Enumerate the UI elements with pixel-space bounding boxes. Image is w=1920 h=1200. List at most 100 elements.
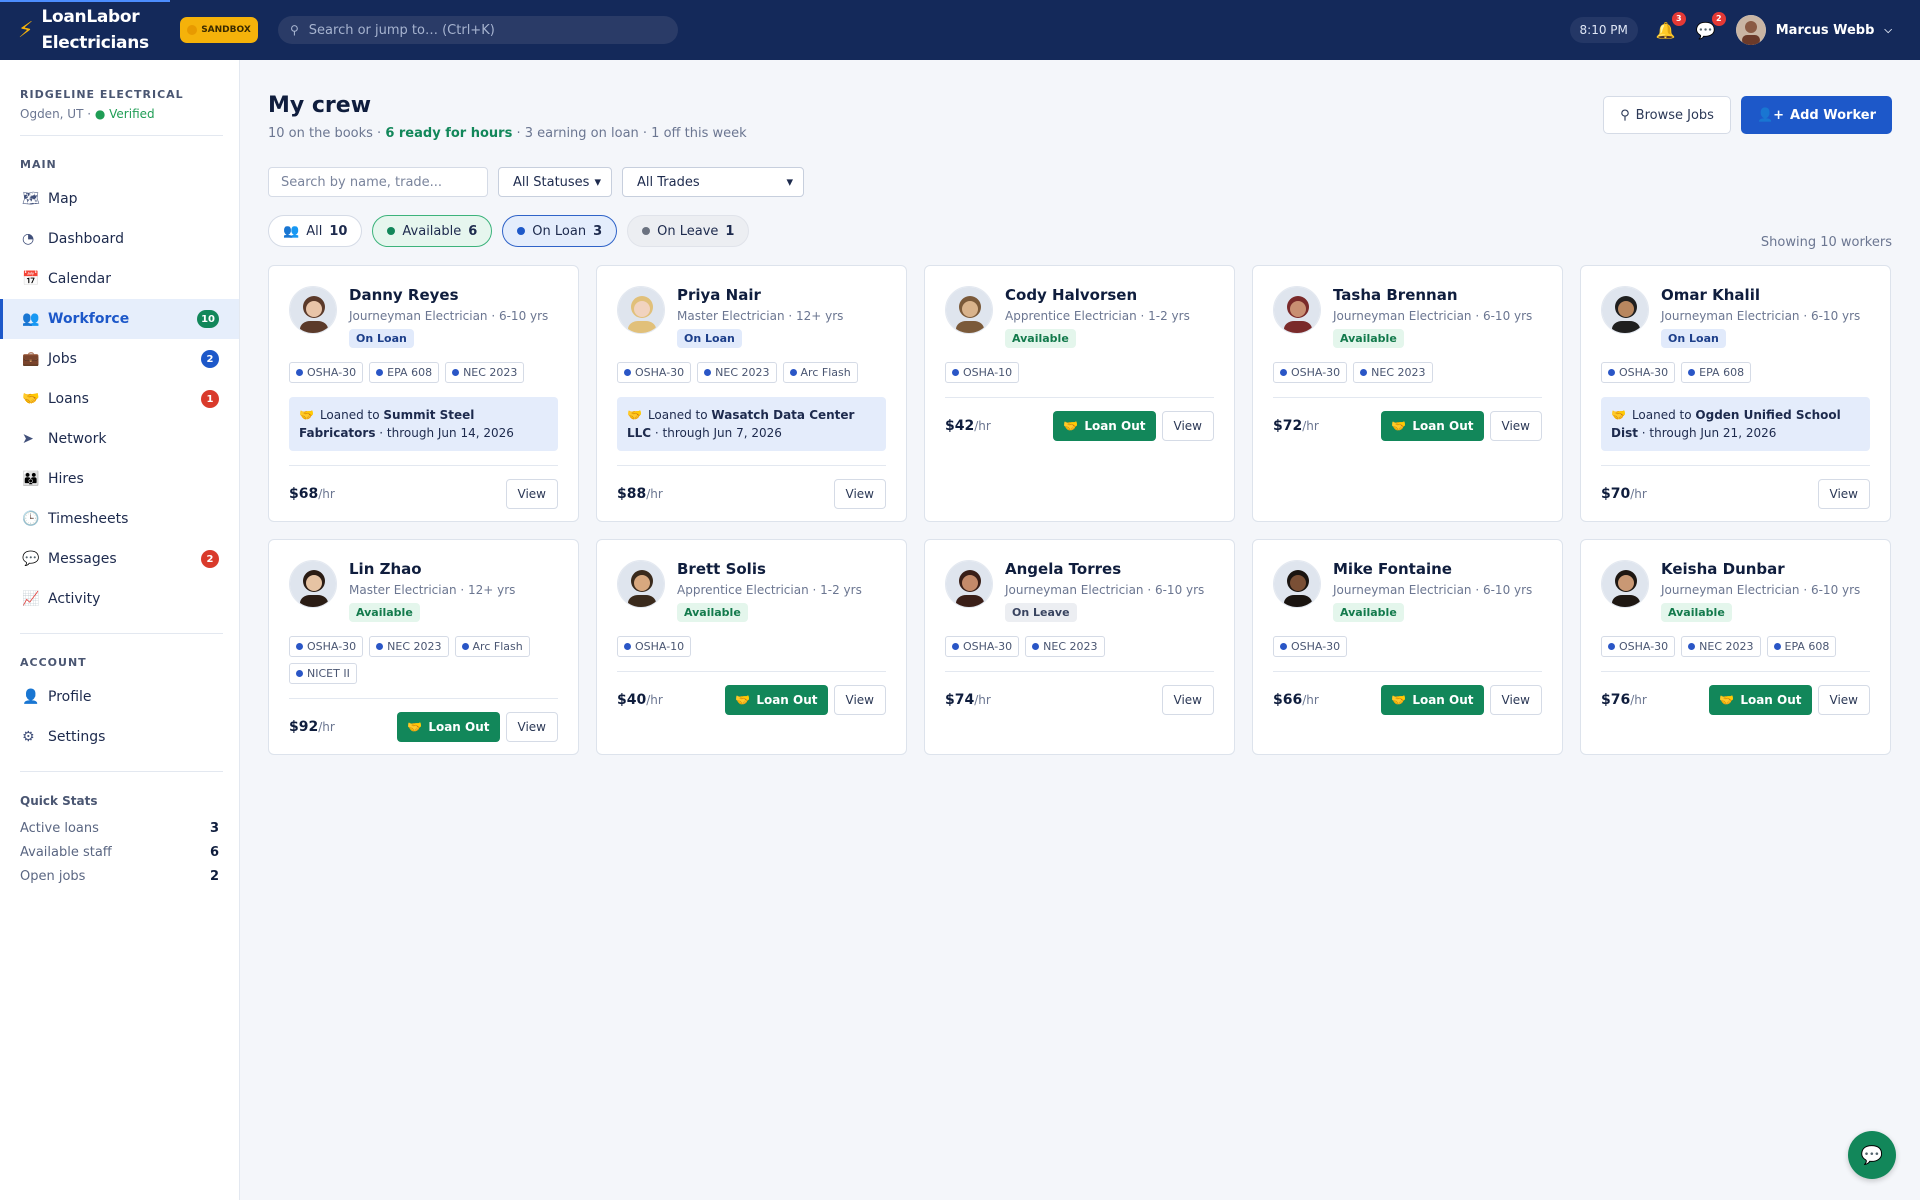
filter-chip-on-leave[interactable]: On Leave 1 [627,215,750,247]
sidebar-item-settings[interactable]: ⚙ Settings [0,717,239,757]
quick-stat-label: Active loans [20,820,99,836]
cert-tag: EPA 608 [1681,362,1752,383]
worker-role: Master Electrician · 12+ yrs [677,309,844,323]
sidebar-item-profile[interactable]: 👤 Profile [0,677,239,717]
worker-search-input[interactable]: Search by name, trade... [268,167,488,197]
view-worker-button[interactable]: View [1817,684,1870,715]
notifications-bell-icon[interactable]: 🔔 3 [1656,11,1686,40]
loan-out-button[interactable]: 🤝 Loan Out [725,684,828,715]
handshake-icon: 🤝 [299,408,314,422]
sidebar-item-label: Profile [48,689,92,705]
sidebar-divider [20,633,223,634]
quick-stat-row: Active loans 3 [0,816,239,840]
sidebar: RIDGELINE ELECTRICAL Ogden, UT · ● Verif… [0,60,240,1200]
worker-card: Angela Torres Journeyman Electrician · 6-… [924,539,1235,755]
worker-avatar [617,560,665,608]
sidebar-item-map[interactable]: 🗺 Map [0,179,239,219]
trade-filter-select[interactable]: All Trades ▾ [622,167,804,197]
messages-count-badge: 2 [1711,11,1726,26]
sidebar-item-messages[interactable]: 💬 Messages 2 [0,539,239,579]
sidebar-item-workforce[interactable]: 👥 Workforce 10 [0,299,239,339]
sidebar-item-calendar[interactable]: 📅 Calendar [0,259,239,299]
view-worker-button[interactable]: View [833,684,886,715]
worker-name[interactable]: Keisha Dunbar [1661,560,1860,578]
add-user-icon: 👤+ [1756,107,1785,123]
cert-label: OSHA-10 [635,640,685,653]
browse-jobs-button[interactable]: ⚲ Browse Jobs [1603,96,1731,134]
cert-dot-icon [952,643,959,650]
brand[interactable]: ⚡ LoanLabor Electricians [18,4,168,56]
rate-amount: $42 [945,417,975,434]
filter-chip-all[interactable]: 👥 All 10 [268,215,363,247]
loan-out-label: Loan Out [1412,692,1474,707]
filter-chip-available[interactable]: Available 6 [372,215,493,247]
quick-stats-title: Quick Stats [20,794,98,808]
loan-out-button[interactable]: 🤝 Loan Out [1053,410,1156,441]
chat-icon: 💬 [1860,1144,1884,1166]
add-worker-button[interactable]: 👤+ Add Worker [1740,96,1892,134]
cert-list: OSHA-30 NEC 2023 Arc Flash [617,362,886,383]
cert-list: OSHA-30 EPA 608 [1601,362,1870,383]
rate-amount: $88 [617,485,647,502]
cert-dot-icon [1608,643,1615,650]
sidebar-item-label: Map [48,191,78,207]
view-worker-button[interactable]: View [1489,684,1542,715]
filter-chip-on-loan[interactable]: On Loan 3 [502,215,618,247]
status-badge: On Loan [349,329,414,348]
worker-name[interactable]: Brett Solis [677,560,862,578]
worker-name[interactable]: Omar Khalil [1661,286,1860,304]
view-worker-button[interactable]: View [1817,478,1870,509]
view-worker-button[interactable]: View [1489,410,1542,441]
global-search-input[interactable]: ⚲ Search or jump to… (Ctrl+K) [278,16,678,44]
sidebar-item-loans[interactable]: 🤝 Loans 1 [0,379,239,419]
sidebar-item-activity[interactable]: 📈 Activity [0,579,239,619]
worker-name[interactable]: Danny Reyes [349,286,548,304]
view-worker-button[interactable]: View [833,478,886,509]
notifications-count-badge: 3 [1671,11,1686,26]
worker-name[interactable]: Tasha Brennan [1333,286,1532,304]
cert-tag: OSHA-30 [1273,636,1348,657]
user-menu[interactable]: Marcus Webb ⌵ [1735,15,1892,45]
sidebar-item-hires[interactable]: 👪 Hires [0,459,239,499]
worker-name[interactable]: Lin Zhao [349,560,515,578]
rate-amount: $74 [945,691,975,708]
cert-tag: EPA 608 [369,362,440,383]
messages-chat-icon[interactable]: 💬 2 [1696,11,1726,40]
cert-label: NEC 2023 [463,366,518,379]
cert-dot-icon [296,369,303,376]
worker-avatar [1273,560,1321,608]
sidebar-item-timesheets[interactable]: 🕒 Timesheets [0,499,239,539]
chevron-down-icon: ⌵ [1884,24,1892,36]
sidebar-item-network[interactable]: ➤ Network [0,419,239,459]
worker-name[interactable]: Angela Torres [1005,560,1204,578]
view-worker-button[interactable]: View [1161,410,1214,441]
loan-out-button[interactable]: 🤝 Loan Out [397,711,500,742]
worker-name[interactable]: Priya Nair [677,286,843,304]
sidebar-item-dashboard[interactable]: ◔ Dashboard [0,219,239,259]
loan-out-button[interactable]: 🤝 Loan Out [1381,410,1484,441]
worker-card-header: Danny Reyes Journeyman Electrician · 6-10… [289,286,558,348]
workforce-icon: 👥 [22,311,40,327]
cert-dot-icon [1688,643,1696,650]
worker-info: Angela Torres Journeyman Electrician · 6-… [1005,560,1204,622]
cert-label: Arc Flash [472,640,523,653]
sidebar-item-badge: 2 [201,550,219,568]
cert-tag: OSHA-30 [617,362,692,383]
sidebar-item-jobs[interactable]: 💼 Jobs 2 [0,339,239,379]
cert-label: NEC 2023 [1043,640,1098,653]
worker-card-footer: $74/hr View [945,671,1214,727]
loan-out-button[interactable]: 🤝 Loan Out [1709,684,1812,715]
sidebar-item-label: Jobs [48,351,77,367]
view-worker-button[interactable]: View [1161,684,1214,715]
view-worker-button[interactable]: View [505,478,558,509]
cert-dot-icon [1688,369,1696,376]
calendar-icon: 📅 [22,271,40,287]
status-filter-select[interactable]: All Statuses ▾ [498,167,612,197]
view-worker-button[interactable]: View [505,711,558,742]
sidebar-item-label: Dashboard [48,231,124,247]
worker-name[interactable]: Mike Fontaine [1333,560,1532,578]
chat-support-button[interactable]: 💬 [1848,1131,1896,1179]
worker-name[interactable]: Cody Halvorsen [1005,286,1190,304]
loan-out-button[interactable]: 🤝 Loan Out [1381,684,1484,715]
worker-avatar [1601,286,1649,334]
